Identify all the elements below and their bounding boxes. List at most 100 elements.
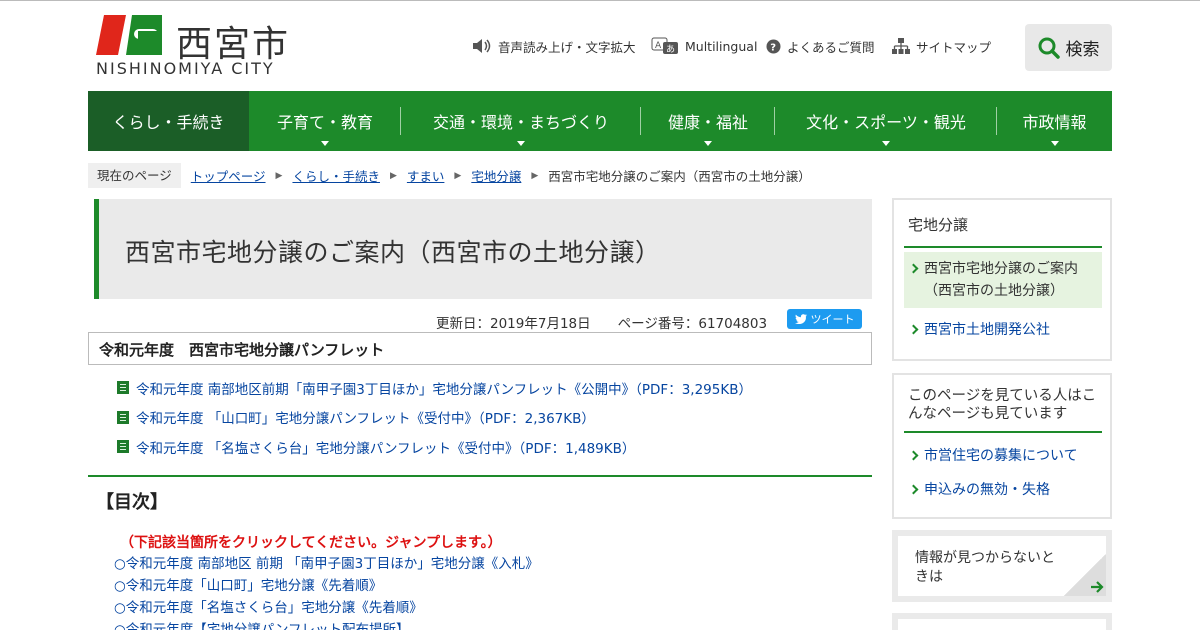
breadcrumb-current-label: 現在のページ [88, 163, 181, 188]
toc-link[interactable]: ○令和元年度「山口町」宅地分譲《先着順》 [114, 578, 382, 594]
nav-item-label: 子育て・教育 [276, 113, 373, 132]
sidebar-divider [904, 246, 1102, 248]
chevron-down-icon [704, 141, 712, 146]
nav-item-transport[interactable]: 交通・環境・まちづくり [401, 91, 641, 151]
toc-link[interactable]: ○令和元年度【宅地分譲パンフレット配布場所】 [114, 622, 410, 630]
document-icon [117, 381, 129, 395]
nav-item-label: 文化・スポーツ・観光 [806, 113, 966, 132]
chevron-down-icon [882, 141, 890, 146]
list-item: ○令和元年度【宅地分譲パンフレット配布場所】 [114, 619, 539, 630]
sidebar-item-land-corp[interactable]: 西宮市土地開発公社 [904, 319, 1102, 341]
utility-faq-link[interactable]: ? よくあるご質問 [766, 37, 875, 55]
global-nav: くらし・手続き 子育て・教育 交通・環境・まちづくり 健康・福祉 文化・スポーツ… [88, 91, 1112, 151]
pdf-link-list: 令和元年度 南部地区前期「南甲子園3丁目ほか」宅地分譲パンフレット《公開中》（P… [117, 373, 857, 462]
twitter-bird-icon [794, 314, 807, 324]
utility-sitemap-label: サイトマップ [916, 39, 992, 55]
nav-item-label: 市政情報 [1022, 113, 1087, 132]
page-meta: 更新日：2019年7月18日 ページ番号：61704803 [436, 316, 768, 332]
page-title-box: 西宮市宅地分譲のご案内（西宮市の土地分譲） [94, 199, 872, 299]
arrow-right-icon [1091, 581, 1104, 593]
nav-item-living[interactable]: くらし・手続き [88, 91, 249, 151]
sidebar-item-municipal-housing[interactable]: 市営住宅の募集について [904, 445, 1102, 467]
nav-item-label: 健康・福祉 [667, 113, 748, 132]
breadcrumb: 現在のページ トップページ ▶ くらし・手続き ▶ すまい ▶ 宅地分譲 ▶ 西… [88, 163, 811, 188]
chevron-down-icon [1050, 141, 1059, 146]
site-logo[interactable]: 西宮市 NISHINOMIYA CITY [96, 13, 296, 81]
search-icon [1038, 37, 1060, 59]
sidebar-item-label: 市営住宅の募集について [924, 448, 1078, 464]
search-button-label: 検索 [1065, 40, 1100, 60]
nav-item-health[interactable]: 健康・福祉 [641, 91, 775, 151]
breadcrumb-link-living[interactable]: くらし・手続き [292, 166, 380, 185]
tweet-button[interactable]: ツイート [787, 309, 862, 329]
nav-item-label: 交通・環境・まちづくり [432, 113, 609, 132]
nav-item-childcare[interactable]: 子育て・教育 [249, 91, 401, 151]
chevron-right-icon [908, 324, 919, 335]
pdf-link[interactable]: 令和元年度 南部地区前期「南甲子園3丁目ほか」宅地分譲パンフレット《公開中》（P… [136, 378, 752, 398]
toc-note: （下記該当箇所をクリックしてください。ジャンプします。） [120, 535, 502, 551]
chevron-down-icon [321, 141, 329, 146]
sidebar-item-current[interactable]: 西宮市宅地分譲のご案内（西宮市の土地分譲） [904, 252, 1102, 308]
speaker-icon [473, 39, 491, 53]
sidebar-item-label: 申込みの無効・失格 [924, 482, 1050, 498]
utility-voice-label: 音声読み上げ・文字拡大 [498, 39, 636, 55]
help-banner-text: 情報が見つからないときは [915, 550, 1055, 585]
list-item: 令和元年度 「名塩さくら台」宅地分譲パンフレット《受付中》（PDF：1,489K… [117, 432, 857, 462]
nav-item-label: くらし・手続き [112, 113, 225, 132]
list-item: 令和元年度 「山口町」宅地分譲パンフレット《受付中》（PDF：2,367KB） [117, 403, 857, 433]
logo-english: NISHINOMIYA CITY [96, 59, 275, 78]
list-item: ○令和元年度「名塩さくら台」宅地分譲《先着順》 [114, 597, 539, 619]
section-divider [88, 475, 872, 477]
sidebar-next-box [892, 613, 1112, 630]
sidebar-item-label: 西宮市宅地分譲のご案内（西宮市の土地分譲） [924, 261, 1078, 299]
help-banner[interactable]: 情報が見つからないときは [892, 530, 1112, 602]
tweet-button-label: ツイート [810, 313, 855, 326]
chevron-right-icon [908, 263, 919, 274]
utility-multilingual-link[interactable]: Aあ Multilingual [651, 37, 757, 55]
page-title: 西宮市宅地分譲のご案内（西宮市の土地分譲） [125, 238, 661, 267]
breadcrumb-separator-icon: ▶ [389, 170, 397, 181]
list-item: ○令和元年度「山口町」宅地分譲《先着順》 [114, 575, 539, 597]
pdf-link[interactable]: 令和元年度 「山口町」宅地分譲パンフレット《受付中》（PDF：2,367KB） [136, 407, 595, 427]
utility-faq-label: よくあるご質問 [787, 39, 875, 55]
breadcrumb-link-land-sale[interactable]: 宅地分譲 [471, 166, 521, 185]
sidebar-related-title: このページを見ている人はこんなページも見ています [908, 388, 1097, 422]
breadcrumb-separator-icon: ▶ [531, 170, 539, 181]
search-button[interactable]: 検索 [1025, 24, 1112, 71]
sidebar-related: このページを見ている人はこんなページも見ています 市営住宅の募集について 申込み… [892, 373, 1112, 519]
sidebar-section-nav: 宅地分譲 西宮市宅地分譲のご案内（西宮市の土地分譲） 西宮市土地開発公社 [892, 198, 1112, 361]
pdf-link[interactable]: 令和元年度 「名塩さくら台」宅地分譲パンフレット《受付中》（PDF：1,489K… [136, 437, 635, 457]
breadcrumb-current-page: 西宮市宅地分譲のご案内（西宮市の土地分譲） [548, 169, 811, 184]
utility-sitemap-link[interactable]: サイトマップ [892, 37, 991, 55]
toc-link[interactable]: ○令和元年度 南部地区 前期 「南甲子園3丁目ほか」宅地分譲《入札》 [114, 556, 539, 572]
svg-text:あ: あ [666, 44, 675, 55]
sidebar-next-box-inner [898, 619, 1106, 630]
sidebar-item-invalid-application[interactable]: 申込みの無効・失格 [904, 479, 1102, 501]
document-icon [117, 440, 129, 454]
breadcrumb-link-top[interactable]: トップページ [191, 166, 266, 185]
utility-voice-link[interactable]: 音声読み上げ・文字拡大 [472, 37, 636, 55]
site-header: 西宮市 NISHINOMIYA CITY 音声読み上げ・文字拡大 Aあ Mult… [0, 1, 1200, 91]
chevron-down-icon [517, 141, 525, 146]
pamphlet-heading: 令和元年度 西宮市宅地分譲パンフレット [88, 332, 872, 365]
breadcrumb-separator-icon: ▶ [454, 170, 462, 181]
toc-title: 【目次】 [96, 492, 168, 513]
sitemap-icon [892, 38, 910, 54]
translate-icon: Aあ [651, 37, 678, 55]
list-item: 令和元年度 南部地区前期「南甲子園3丁目ほか」宅地分譲パンフレット《公開中》（P… [117, 373, 857, 403]
sidebar-divider [904, 431, 1102, 433]
chevron-right-icon [908, 484, 919, 495]
city-emblem-icon [96, 15, 162, 55]
svg-text:?: ? [770, 42, 776, 53]
nav-item-city-info[interactable]: 市政情報 [997, 91, 1112, 151]
sidebar-section-title: 宅地分譲 [908, 216, 969, 234]
breadcrumb-link-housing[interactable]: すまい [407, 166, 445, 185]
chevron-right-icon [908, 450, 919, 461]
question-icon: ? [766, 39, 781, 53]
toc-list: ○令和元年度 南部地区 前期 「南甲子園3丁目ほか」宅地分譲《入札》 ○令和元年… [114, 553, 539, 630]
utility-multilingual-label: Multilingual [685, 38, 758, 54]
svg-text:A: A [655, 41, 662, 51]
list-item: ○令和元年度 南部地区 前期 「南甲子園3丁目ほか」宅地分譲《入札》 [114, 553, 539, 575]
toc-link[interactable]: ○令和元年度「名塩さくら台」宅地分譲《先着順》 [114, 600, 423, 616]
nav-item-culture[interactable]: 文化・スポーツ・観光 [775, 91, 997, 151]
